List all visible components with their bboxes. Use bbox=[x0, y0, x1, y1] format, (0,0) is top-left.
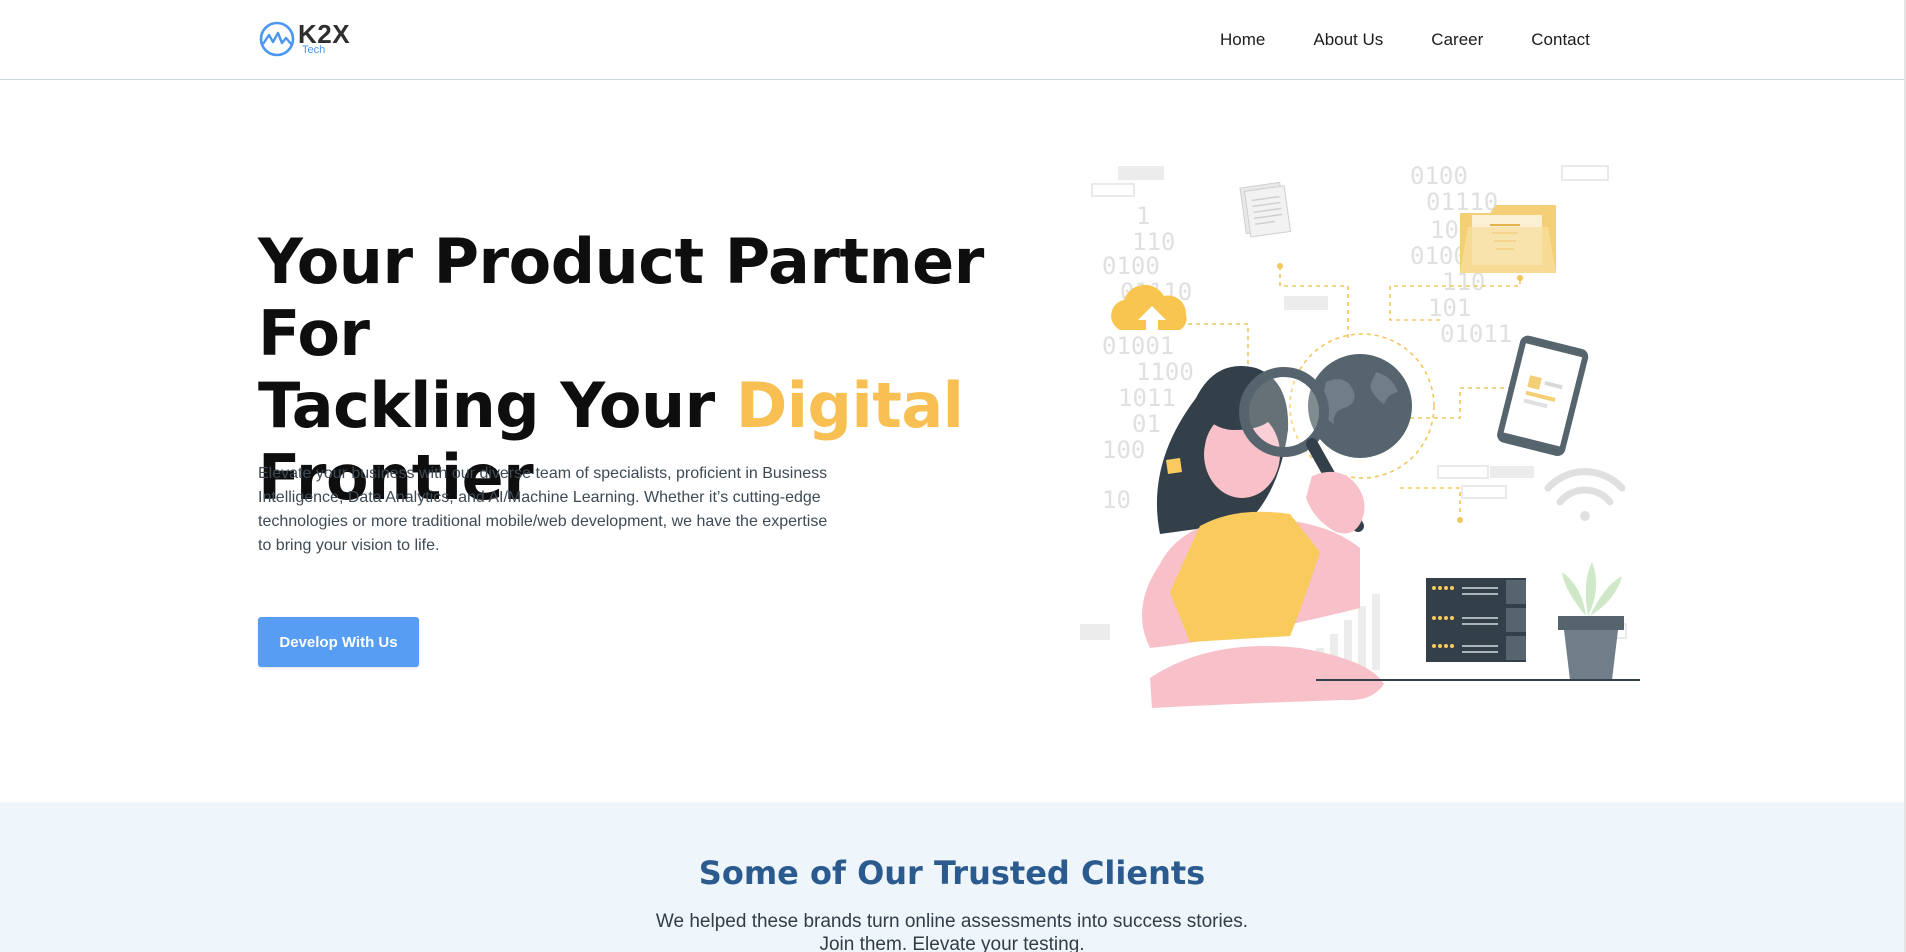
hero-description: Elevate your business with our diverse t… bbox=[258, 465, 828, 554]
binary-text: 10 bbox=[1102, 486, 1131, 514]
hero-title-line2: Tackling Your bbox=[258, 369, 736, 442]
binary-text: 01011 bbox=[1440, 320, 1512, 348]
nav-home[interactable]: Home bbox=[1220, 30, 1265, 50]
mountain-logo-icon bbox=[259, 21, 295, 57]
develop-with-us-button[interactable]: Develop With Us bbox=[258, 617, 419, 667]
hero-title-accent: Digital bbox=[735, 369, 964, 442]
clients-title: Some of Our Trusted Clients bbox=[698, 854, 1206, 892]
woman-magnifying-glass-icon: 0100 01110 1010 0100 110 101 01011 1 110… bbox=[1080, 162, 1640, 708]
binary-text: 0100 bbox=[1410, 242, 1468, 270]
clients-subtitle: We helped these brands turn online asses… bbox=[0, 910, 1904, 952]
site-header: K2X Tech Home About Us Career Contact bbox=[0, 0, 1906, 80]
binary-text: 101 bbox=[1428, 294, 1471, 322]
binary-text: 0100 bbox=[1410, 162, 1468, 190]
binary-text: 01001 bbox=[1102, 332, 1174, 360]
nav-career[interactable]: Career bbox=[1431, 30, 1483, 50]
main-nav: Home About Us Career Contact bbox=[1220, 30, 1590, 50]
logo-sub-text: Tech bbox=[302, 44, 326, 56]
page: K2X Tech Home About Us Career Contact Yo… bbox=[0, 0, 1906, 952]
hero-illustration: 0100 01110 1010 0100 110 101 01011 1 110… bbox=[1080, 158, 1640, 738]
binary-text: 1100 bbox=[1136, 358, 1194, 386]
trusted-clients-section: Some of Our Trusted Clients We helped th… bbox=[0, 802, 1904, 952]
binary-text: 01110 bbox=[1426, 188, 1498, 216]
clients-subtitle-line2: Join them. Elevate your testing. bbox=[819, 934, 1085, 952]
binary-text: 01 bbox=[1132, 410, 1161, 438]
clients-subtitle-line1: We helped these brands turn online asses… bbox=[655, 911, 1249, 932]
binary-text: 1011 bbox=[1118, 384, 1176, 412]
binary-text: 1 bbox=[1136, 202, 1150, 230]
binary-text: 0100 bbox=[1102, 252, 1160, 280]
nav-contact[interactable]: Contact bbox=[1531, 30, 1590, 50]
logo[interactable]: K2X Tech bbox=[258, 18, 358, 58]
hero-title-line1: Your Product Partner For bbox=[258, 225, 984, 370]
binary-text: 100 bbox=[1102, 436, 1145, 464]
nav-about-us[interactable]: About Us bbox=[1313, 30, 1383, 50]
